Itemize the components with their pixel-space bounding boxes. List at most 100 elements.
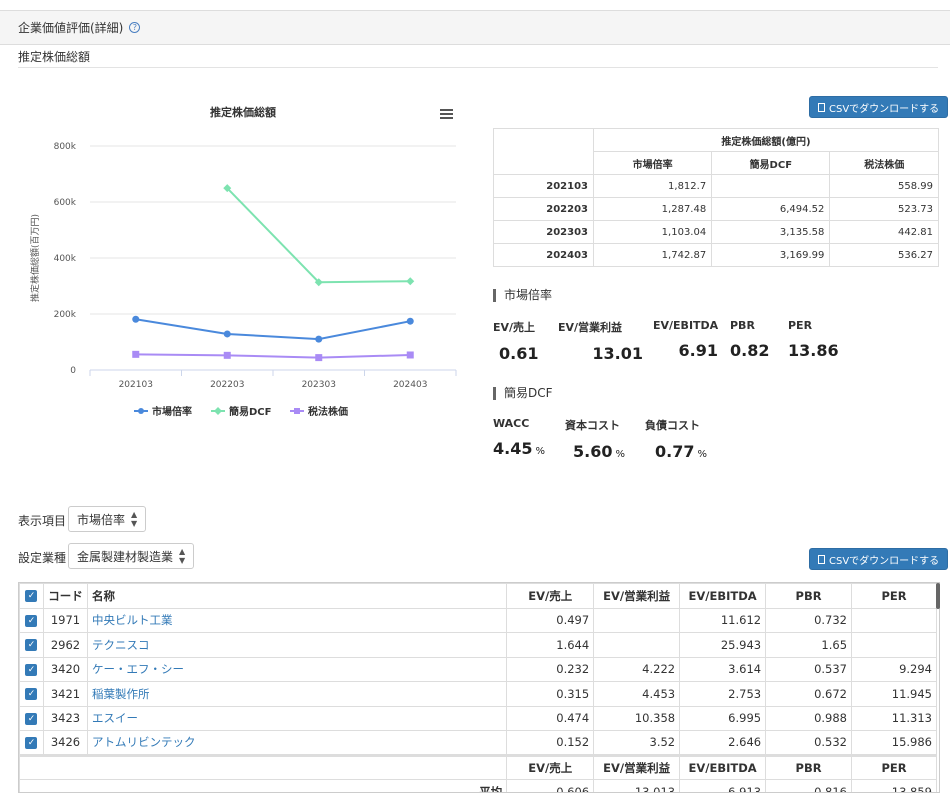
footer-header-row: EV/売上 EV/営業利益 EV/EBITDA PBR PER [19,754,937,780]
y-tick-label: 800k [54,142,77,152]
valuation-table: 推定株価総額(億円) 市場倍率 簡易DCF 税法株価 202103 1,812.… [493,128,939,267]
data-point [406,351,414,359]
metric-label: 負債コスト [645,419,700,432]
row-select-cell: ✓ [19,607,44,633]
metric-cell: 0.532 [765,730,853,756]
column-header: EV/売上 [506,583,595,609]
series-line [135,318,411,341]
metric-cell: 11.612 [679,607,767,633]
row-year: 202303 [493,220,594,244]
row-checkbox[interactable]: ✓ [25,712,38,725]
company-name-cell: ケー・エフ・シー [86,656,508,682]
x-tick-label: 202403 [393,380,427,390]
data-point [132,350,140,358]
select-all-checkbox[interactable]: ✓ [25,590,38,603]
sort-arrows-icon: ▲ ▼ [179,547,186,565]
metric-label: PER [788,319,813,332]
y-tick-label: 200k [54,310,77,320]
x-tick-label: 202103 [119,380,153,390]
row-select-cell: ✓ [19,705,44,731]
industry-select[interactable]: 金属製建材製造業 ▲ ▼ [68,543,195,569]
metric-cell: 3.52 [593,730,681,756]
company-link[interactable]: ケー・エフ・シー [92,662,184,676]
industry-label: 設定業種 [18,551,67,565]
row-checkbox[interactable]: ✓ [25,614,38,627]
average-cell: 0.606 [506,779,595,792]
csv-download-button-bottom[interactable]: CSVでダウンロードする [809,548,949,570]
metric-cell: 0.474 [506,705,595,731]
select-all-cell: ✓ [19,583,44,609]
legend-marker [214,407,222,415]
company-link[interactable]: アトムリビンテック [92,735,196,749]
hamburger-icon-bar [440,117,453,119]
row-year: 202103 [493,174,594,198]
table-row: ✓ 3420 ケー・エフ・シー 0.232 4.222 3.614 0.537 9.294 [19,656,937,682]
legend-label: 税法株価 [308,405,348,418]
cell [711,174,831,198]
hamburger-icon-bar [440,113,453,115]
column-header: コード [42,583,88,609]
row-checkbox[interactable]: ✓ [25,736,38,749]
x-tick-label: 202303 [302,380,336,390]
table-row: ✓ 2962 テクニスコ 1.644 25.943 1.65 [19,632,937,658]
company-link[interactable]: エスイー [92,711,138,725]
y-tick-label: 600k [54,198,77,208]
row-checkbox[interactable]: ✓ [25,639,38,652]
cell: 1,742.87 [592,243,713,267]
metric-cell: 0.988 [765,705,853,731]
panel-header: 企業価値評価(詳細) ? [0,11,950,45]
average-cell: 13.859 [851,779,937,792]
display-item-select[interactable]: 市場倍率 ▲ ▼ [68,506,147,532]
row-checkbox[interactable]: ✓ [25,663,38,676]
row-year: 202403 [493,243,594,267]
row-year: 202203 [493,197,594,221]
metric-cell: 2.646 [679,730,767,756]
table-row: 202203 1,287.48 6,494.52 523.73 [493,197,939,221]
metric-value: 0.82 [730,341,770,360]
csv-download-button-top[interactable]: CSVでダウンロードする [809,96,949,118]
cell: 523.73 [829,197,939,221]
row-select-cell: ✓ [19,681,44,707]
company-link[interactable]: 中央ビルト工業 [92,613,173,627]
header-row: ✓ コード 名称 EV/売上 EV/営業利益 EV/EBITDA PBR PER [19,583,937,609]
metric-cell [593,632,681,658]
metric-cell: 0.232 [506,656,595,682]
comparables-table-wrapper[interactable]: ✓ コード 名称 EV/売上 EV/営業利益 EV/EBITDA PBR PER… [18,582,940,793]
section-title: 推定株価総額 [18,50,91,64]
metric-cell [851,607,937,633]
data-point [315,335,323,343]
dcf-metrics: WACC 4.45% 資本コスト 5.60% 負債コスト 0.77% [493,417,725,461]
table-row: 202403 1,742.87 3,169.99 536.27 [493,243,939,267]
y-tick-label: 400k [54,254,77,264]
column-header: PER [851,583,937,609]
metric-cell: 6.995 [679,705,767,731]
document-icon [818,102,825,112]
table-row: ✓ 1971 中央ビルト工業 0.497 11.612 0.732 [19,607,937,633]
metric-label: PBR [730,319,755,332]
help-icon[interactable]: ? [129,22,141,33]
company-name-cell: アトムリビンテック [86,730,508,756]
company-link[interactable]: テクニスコ [92,638,150,652]
y-tick-label: 0 [70,366,76,376]
sort-arrows-icon: ▲ ▼ [131,510,138,528]
metric-pbr: PBR 0.82 [730,319,788,363]
metric-cell: 10.358 [593,705,681,731]
metric-cell: 11.313 [851,705,937,731]
metric-cell: 4.453 [593,681,681,707]
company-link[interactable]: 稲葉製作所 [92,687,150,701]
market-multiple-heading: 市場倍率 [493,289,552,302]
row-checkbox[interactable]: ✓ [25,688,38,701]
metric-debt-cost: 負債コスト 0.77% [645,417,725,461]
metric-cell: 15.986 [851,730,937,756]
table-scrollbar[interactable] [936,583,940,609]
metric-cell: 0.497 [506,607,595,633]
data-point [315,354,323,362]
metric-cell: 0.732 [765,607,853,633]
column-header: PBR [765,754,853,780]
data-point [406,277,415,286]
column-header: EV/EBITDA [679,754,767,780]
cell: 1,287.48 [592,197,713,221]
metric-cell: 0.537 [765,656,853,682]
chart-title: 推定株価総額 [210,105,276,119]
market-multiple-metrics: EV/売上 0.61 EV/営業利益 13.01 EV/EBITDA 6.91 … [493,319,848,363]
